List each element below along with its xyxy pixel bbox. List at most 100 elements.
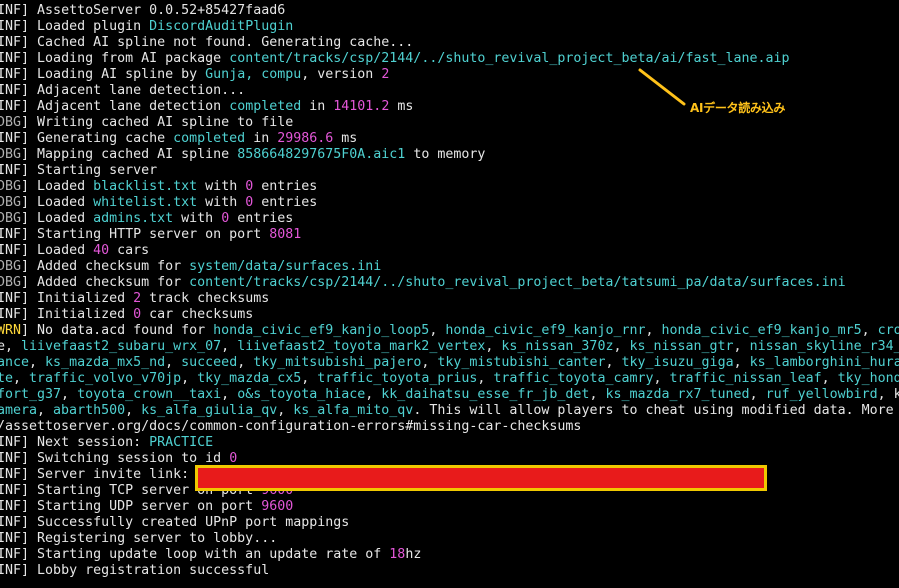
log-text: Lobby registration successful [37,563,270,578]
log-text: track checksums [141,291,270,306]
log-level: INF [0,547,22,562]
log-line: INF] Successfully created UPnP port mapp… [0,515,899,531]
log-line: DBG] Loaded blacklist.txt with 0 entries [0,179,899,195]
log-text: cro [877,323,899,338]
console-output[interactable]: INF] AssettoServer 0.0.52+85427faad6 INF]… [0,3,899,579]
log-text: entries [253,195,318,210]
log-text: DiscordAuditPlugin [149,19,294,34]
log-text: Loaded [37,211,94,226]
log-text: , [589,387,606,402]
log-level: INF [0,163,22,178]
log-level: INF [0,51,22,66]
log-text: ks_alfa_mito_qv [293,403,414,418]
log-text: , [61,387,78,402]
log-level: INF [0,3,22,18]
log-line: ance, ks_mazda_mx5_nd, succeed, tky_mits… [0,355,899,371]
log-line: DBG] Loaded whitelist.txt with 0 entries [0,195,899,211]
log-text: , [421,355,438,370]
log-line: te, traffic_volvo_v70jp, tky_mazda_cx5, … [0,371,899,387]
log-line: fort_g37, toyota_crown__taxi, o&s_toyota… [0,387,899,403]
log-text: Adjacent lane detection [37,99,230,114]
log-text: , [13,371,30,386]
log-line: amera, abarth500, ks_alfa_giulia_qv, ks_… [0,403,899,419]
log-text: e, [0,339,14,354]
log-level: INF [0,451,22,466]
log-text: amera [0,403,38,418]
log-text: Mapping cached AI spline [37,147,238,162]
log-text: content/tracks/csp/2144/../shuto_revival… [189,275,846,290]
log-level: INF [0,515,22,530]
log-text: Generating cache [37,131,174,146]
log-text: ks_mazda_mx5_nd [45,355,166,370]
log-text: Starting server [37,163,158,178]
log-level: INF [0,563,22,578]
log-text: , [181,371,198,386]
log-text: Successfully created UPnP port mappings [37,515,350,530]
log-text: Loaded plugin [37,19,150,34]
log-text: . This will allow players to cheat using… [413,403,894,418]
log-text: , [645,323,662,338]
log-text: ks_lamborghini_hura [749,355,899,370]
log-text: with [173,211,222,226]
log-text: , [861,323,878,338]
log-text: , [485,339,502,354]
log-text: admins.txt [93,211,174,226]
log-text: fort_g37 [0,387,62,402]
log-text: /assettoserver.org/docs/common-configura… [0,419,582,434]
log-text: hz [405,547,422,562]
log-text: entries [229,211,294,226]
log-line: WRN] No data.acd found for honda_civic_e… [0,323,899,339]
log-text: , [733,339,750,354]
log-text: Starting HTTP server on port [37,227,270,242]
log-line: DBG] Loaded admins.txt with 0 entries [0,211,899,227]
log-text: content/tracks/csp/2144/../shuto_revival… [229,51,790,66]
log-text: kk_daihatsu_esse_fr_jb_det [381,387,590,402]
log-text: Loading AI spline by [37,67,206,82]
log-text: Cached AI spline not found. Generating c… [37,35,414,50]
log-text: ms [333,131,358,146]
log-text: tky_mitsubishi_pajero [253,355,422,370]
log-text: 29986.6 [277,131,334,146]
log-text: 8081 [269,227,302,242]
log-text: completed [229,99,302,114]
log-level: DBG [0,147,22,162]
log-level: INF [0,307,22,322]
log-level: INF [0,499,22,514]
log-text: Added checksum for [37,259,190,274]
log-text: PRACTICE [149,435,214,450]
log-level: DBG [0,275,22,290]
log-level: INF [0,483,22,498]
log-level: INF [0,67,22,82]
log-text: cars [109,243,150,258]
log-line: INF] Lobby registration successful [0,563,899,579]
log-line: INF] Starting server [0,163,899,179]
log-text: , version [301,67,382,82]
log-level: INF [0,291,22,306]
log-text: Starting update loop with an update rate… [37,547,390,562]
log-text: with [197,195,246,210]
log-level: WRN [0,323,22,338]
log-text: , [429,323,446,338]
log-text: , [165,355,182,370]
log-text: 14101.2 [333,99,390,114]
log-level: INF [0,19,22,34]
log-text: liivefaast2_toyota_mark2_vertex [237,339,486,354]
log-text: , [237,355,254,370]
log-line: INF] Starting UDP server on port 9600 [0,499,899,515]
log-text: Starting UDP server on port [37,499,262,514]
log-text: , [221,339,238,354]
log-text: completed [173,131,246,146]
log-level: INF [0,227,22,242]
log-text: No data.acd found for [37,323,214,338]
log-line: DBG] Mapping cached AI spline 8586648297… [0,147,899,163]
log-line: INF] Loaded plugin DiscordAuditPlugin [0,19,899,35]
log-text: Next session: [37,435,150,450]
log-line: INF] Initialized 2 track checksums [0,291,899,307]
log-text: in [245,131,278,146]
log-text: , [365,387,382,402]
log-text: , [221,387,238,402]
log-text: 0 [229,451,238,466]
log-text: with [197,179,246,194]
log-text: , [749,387,766,402]
log-text: , [821,371,838,386]
